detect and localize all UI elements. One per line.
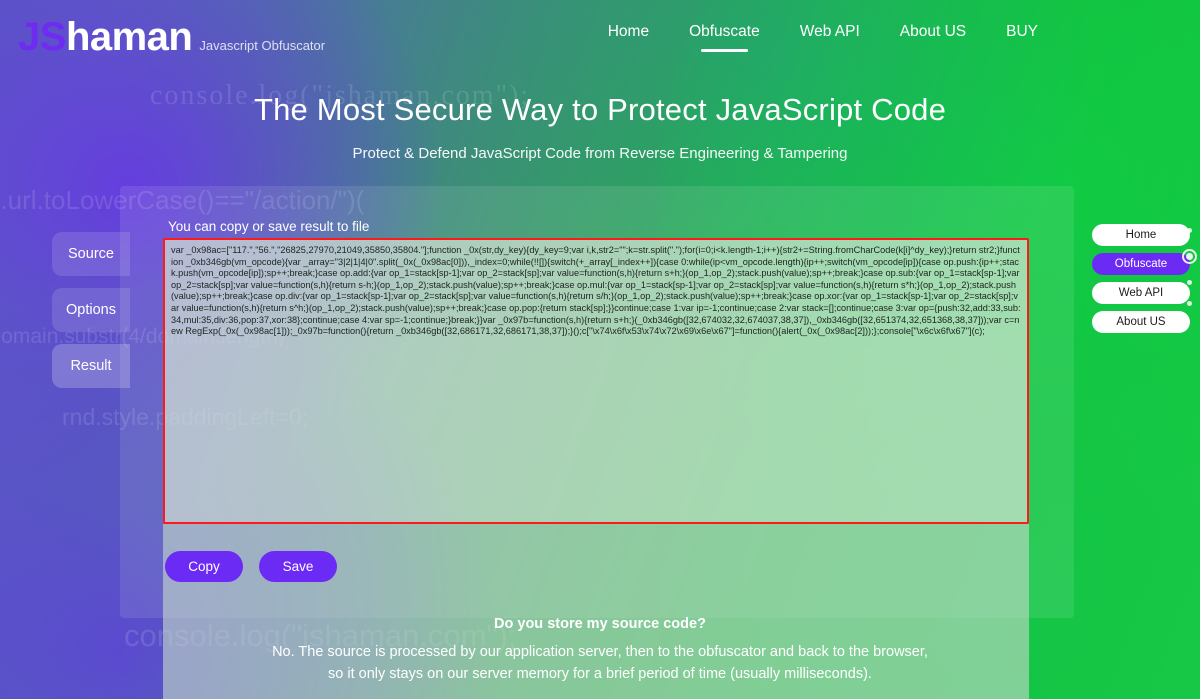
nav-item-web-api[interactable]: Web API — [800, 23, 860, 52]
action-button-row: Copy Save — [165, 551, 337, 582]
side-tab-options-label: Options — [66, 302, 116, 318]
right-nav-home[interactable]: Home — [1092, 224, 1190, 246]
right-nav-obfuscate[interactable]: Obfuscate — [1092, 253, 1190, 275]
side-tab-source[interactable]: Source — [52, 232, 130, 276]
side-tab-result-label: Result — [70, 358, 112, 374]
nav-item-about-us[interactable]: About US — [900, 23, 966, 52]
section-dot-1[interactable] — [1187, 228, 1192, 233]
page-root: console.log("jshaman.com"); q.url.toLowe… — [0, 0, 1200, 699]
faq-answer-line-1: No. The source is processed by our appli… — [272, 644, 928, 660]
main-navigation: Home Obfuscate Web API About US BUY — [608, 23, 1038, 52]
brand-logo[interactable]: JShaman Javascript Obfuscator — [0, 17, 325, 57]
section-dot-4[interactable] — [1187, 301, 1192, 306]
floating-right-nav: Home Obfuscate Web API About US — [1092, 224, 1190, 333]
top-header: JShaman Javascript Obfuscator Home Obfus… — [0, 0, 1200, 74]
faq-question: Do you store my source code? — [494, 616, 706, 632]
side-tab-result[interactable]: Result — [52, 344, 130, 388]
faq-answer-line-2: so it only stays on our server memory fo… — [328, 666, 872, 682]
result-code-textarea[interactable]: var _0x98ac=["117.","56.","26825,27970,2… — [163, 238, 1029, 524]
side-tab-options[interactable]: Options — [52, 288, 130, 332]
section-dot-indicator — [1182, 228, 1197, 306]
result-hint-label: You can copy or save result to file — [168, 219, 370, 234]
section-dot-2-current[interactable] — [1182, 249, 1197, 264]
copy-button[interactable]: Copy — [165, 551, 243, 582]
brand-tagline: Javascript Obfuscator — [199, 38, 326, 53]
right-nav-about-us[interactable]: About US — [1092, 311, 1190, 333]
brand-logo-text: JShaman — [18, 15, 193, 59]
page-title: The Most Secure Way to Protect JavaScrip… — [253, 92, 947, 127]
nav-item-obfuscate[interactable]: Obfuscate — [689, 23, 760, 52]
brand-logo-js: JS — [18, 15, 66, 59]
side-tab-list: Source Options Result — [52, 232, 130, 400]
faq-block: Do you store my source code? No. The sou… — [0, 616, 1200, 685]
right-nav-web-api[interactable]: Web API — [1092, 282, 1190, 304]
page-subtitle: Protect & Defend JavaScript Code from Re… — [352, 145, 848, 162]
nav-item-buy[interactable]: BUY — [1006, 23, 1038, 52]
section-dot-3[interactable] — [1187, 280, 1192, 285]
save-button[interactable]: Save — [259, 551, 337, 582]
result-panel: You can copy or save result to file var … — [120, 186, 1074, 699]
result-panel-inner: You can copy or save result to file var … — [120, 186, 1074, 699]
side-tab-source-label: Source — [68, 246, 114, 262]
nav-item-home[interactable]: Home — [608, 23, 649, 52]
brand-logo-haman: haman — [65, 15, 193, 59]
hero-section: The Most Secure Way to Protect JavaScrip… — [0, 92, 1200, 162]
